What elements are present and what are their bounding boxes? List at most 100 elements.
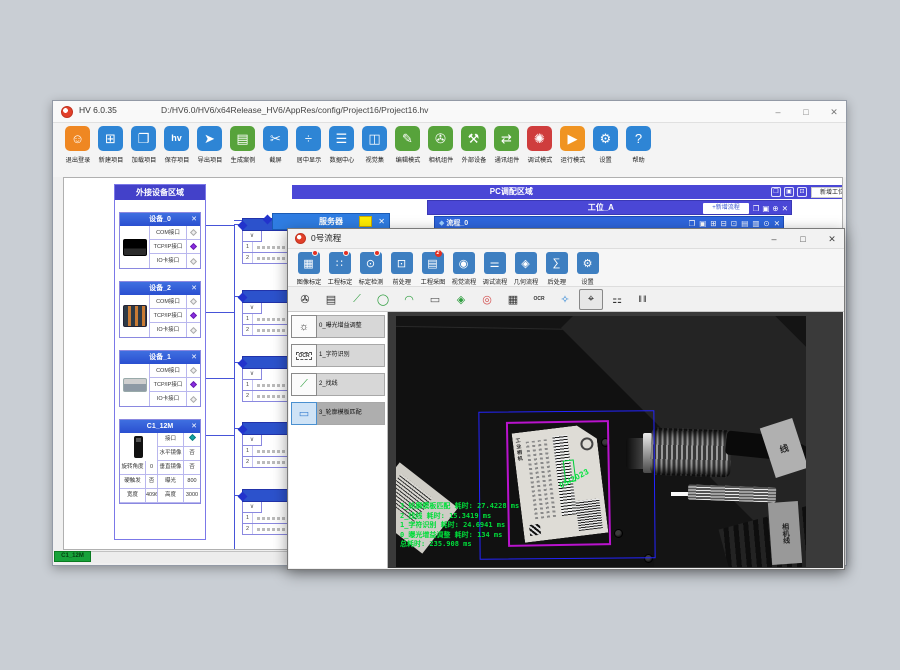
device-card-header[interactable]: 设备_1 ✕ — [120, 351, 200, 364]
roi-rect-tool[interactable]: ▭ — [423, 289, 447, 310]
port-connector[interactable] — [187, 226, 200, 239]
circle-mark-tool[interactable]: ◎ — [475, 289, 499, 310]
flow-node-header[interactable] — [242, 356, 289, 369]
debug-flow-button[interactable]: ⚌ 调试流程 — [479, 252, 510, 286]
flow-node-header[interactable] — [242, 489, 289, 502]
close-icon[interactable]: ✕ — [191, 351, 197, 364]
camera-status-badge[interactable]: C1_12M — [54, 551, 91, 562]
flow-node-header[interactable] — [242, 290, 289, 303]
polygon-tool[interactable]: ✧ — [553, 289, 577, 310]
edit-mode-button[interactable]: ✎ 编辑模式 — [391, 126, 424, 177]
geometry-flow-button[interactable]: ◈ 几何流程 — [510, 252, 541, 286]
close-icon[interactable]: ✕ — [191, 420, 197, 433]
device-card-header[interactable]: 设备_2 ✕ — [120, 282, 200, 295]
dialog-toolbar-icon: ◈ — [515, 252, 537, 274]
toolbar-icon: ☺ — [65, 126, 90, 151]
data-center-button[interactable]: ☰ 数据中心 — [325, 126, 358, 177]
minimize-button[interactable]: – — [772, 107, 784, 117]
help-button[interactable]: ? 帮助 — [622, 126, 655, 177]
qr-code-tool[interactable]: ▦ — [501, 289, 525, 310]
expand-chevron[interactable]: ∨ — [242, 369, 262, 380]
debug-mode-button[interactable]: ✺ 调试模式 — [523, 126, 556, 177]
port-connector-active[interactable] — [187, 240, 200, 253]
settings-icon[interactable]: ⊕ — [772, 203, 778, 214]
camera-card-header[interactable]: C1_12M ✕ — [120, 420, 200, 433]
close-icon[interactable]: ✕ — [191, 213, 197, 226]
dialog-titlebar[interactable]: 0号流程 – □ ✕ — [288, 229, 844, 249]
camera-port-connector[interactable] — [184, 433, 200, 446]
blob-tool[interactable]: ◈ — [449, 289, 473, 310]
toolbar-icon: ÷ — [296, 126, 321, 151]
post-process-button[interactable]: ∑ 后处理 — [541, 252, 572, 286]
add-flow-button[interactable]: +新增流程 — [703, 203, 749, 214]
save-icon[interactable]: ▣ — [762, 203, 769, 214]
connector-line — [206, 435, 234, 436]
expand-chevron[interactable]: ∨ — [242, 303, 262, 314]
close-icon[interactable]: ✕ — [378, 214, 385, 229]
screenshot-button[interactable]: ✂ 截屏 — [259, 126, 292, 177]
main-titlebar[interactable]: HV 6.0.35 D:/HV6.0/HV6/x64Release_HV6/Ap… — [53, 101, 846, 123]
new-project-button[interactable]: ⊞ 新建项目 — [94, 126, 127, 177]
vision-set-button[interactable]: ◫ 视觉集 — [358, 126, 391, 177]
save-station-icon[interactable]: ▣ — [784, 187, 794, 197]
port-connector-active[interactable] — [187, 378, 200, 391]
step-ocr[interactable]: OCR 1_字符识别 — [291, 344, 385, 370]
close-button[interactable]: ✕ — [828, 107, 840, 118]
close-icon[interactable]: ✕ — [782, 203, 788, 214]
aperture-tool[interactable]: ✇ — [293, 289, 317, 310]
add-station-button[interactable]: 新增工位 — [811, 187, 843, 198]
dot-matrix-tool[interactable]: ⚏ — [605, 289, 629, 310]
save-project-button[interactable]: hv 保存项目 — [160, 126, 193, 177]
barcode-tool[interactable]: ‖‖ — [631, 289, 655, 310]
copy-icon[interactable]: ❐ — [753, 203, 760, 214]
external-device-button[interactable]: ⚒ 外部设备 — [457, 126, 490, 177]
layout-station-icon[interactable]: ⊡ — [797, 187, 807, 197]
device-stack-tool[interactable]: ▤ — [319, 289, 343, 310]
vision-flow-button[interactable]: ◉ 视觉流程 — [448, 252, 479, 286]
find-line-tool[interactable]: ⟋ — [345, 289, 369, 310]
port-connector-active[interactable] — [187, 309, 200, 322]
port-connector[interactable] — [187, 392, 200, 406]
load-project-button[interactable]: ❐ 加载项目 — [127, 126, 160, 177]
project-calib-button[interactable]: ∷ 工程标定 — [324, 252, 355, 286]
logout-button[interactable]: ☺ 退出登录 — [61, 126, 94, 177]
pre-process-button[interactable]: ⊡ 前处理 — [386, 252, 417, 286]
find-circle-tool[interactable]: ◯ — [371, 289, 395, 310]
expand-chevron[interactable]: ∨ — [242, 435, 262, 446]
port-connector[interactable] — [187, 295, 200, 308]
step-template-match[interactable]: ▭ 3_轮廓模板匹配 — [291, 402, 385, 428]
comm-component-button[interactable]: ⇄ 通讯组件 — [490, 126, 523, 177]
expand-chevron[interactable]: ∨ — [242, 502, 262, 513]
step-findline[interactable]: ⟋ 2_找线 — [291, 373, 385, 399]
center-view-button[interactable]: ÷ 居中显示 — [292, 126, 325, 177]
minimize-button[interactable]: – — [768, 234, 780, 244]
device-card: 设备_1 ✕ COM接口 — [119, 350, 201, 407]
copy-station-icon[interactable]: ❐ — [771, 187, 781, 197]
generate-case-button[interactable]: ▤ 生成案例 — [226, 126, 259, 177]
ocr-tool[interactable]: OCR — [527, 289, 551, 310]
server-status-indicator[interactable] — [359, 216, 372, 227]
export-project-button[interactable]: ➤ 导出项目 — [193, 126, 226, 177]
close-icon[interactable]: ✕ — [191, 282, 197, 295]
find-arc-tool[interactable]: ◠ — [397, 289, 421, 310]
camera-component-button[interactable]: ✇ 相机组件 — [424, 126, 457, 177]
camera-photo[interactable]: 线 相机线 工业相机 05/2023 — [396, 316, 806, 567]
flow-settings-button[interactable]: ⚙ 设置 — [572, 252, 603, 286]
calib-check-button[interactable]: ⊙ 标定检测 — [355, 252, 386, 286]
camera-search-tool[interactable]: ⌖ — [579, 289, 603, 310]
flow-node-header[interactable] — [242, 422, 289, 435]
settings-button[interactable]: ⚙ 设置 — [589, 126, 622, 177]
panel-title: 外接设备区域 — [115, 185, 205, 200]
port-connector[interactable] — [187, 364, 200, 377]
project-capture-button[interactable]: ▤ 2 工程采图 — [417, 252, 448, 286]
maximize-button[interactable]: □ — [800, 107, 812, 117]
maximize-button[interactable]: □ — [797, 234, 809, 244]
run-mode-button[interactable]: ▶ 运行模式 — [556, 126, 589, 177]
image-calib-button[interactable]: ▦ 图像标定 — [293, 252, 324, 286]
port-connector[interactable] — [187, 254, 200, 268]
expand-chevron[interactable]: ∨ — [242, 231, 262, 242]
port-connector[interactable] — [187, 323, 200, 337]
device-card-header[interactable]: 设备_0 ✕ — [120, 213, 200, 226]
step-exposure[interactable]: ☼ 0_曝光增益调整 — [291, 315, 385, 341]
close-button[interactable]: ✕ — [826, 234, 838, 245]
